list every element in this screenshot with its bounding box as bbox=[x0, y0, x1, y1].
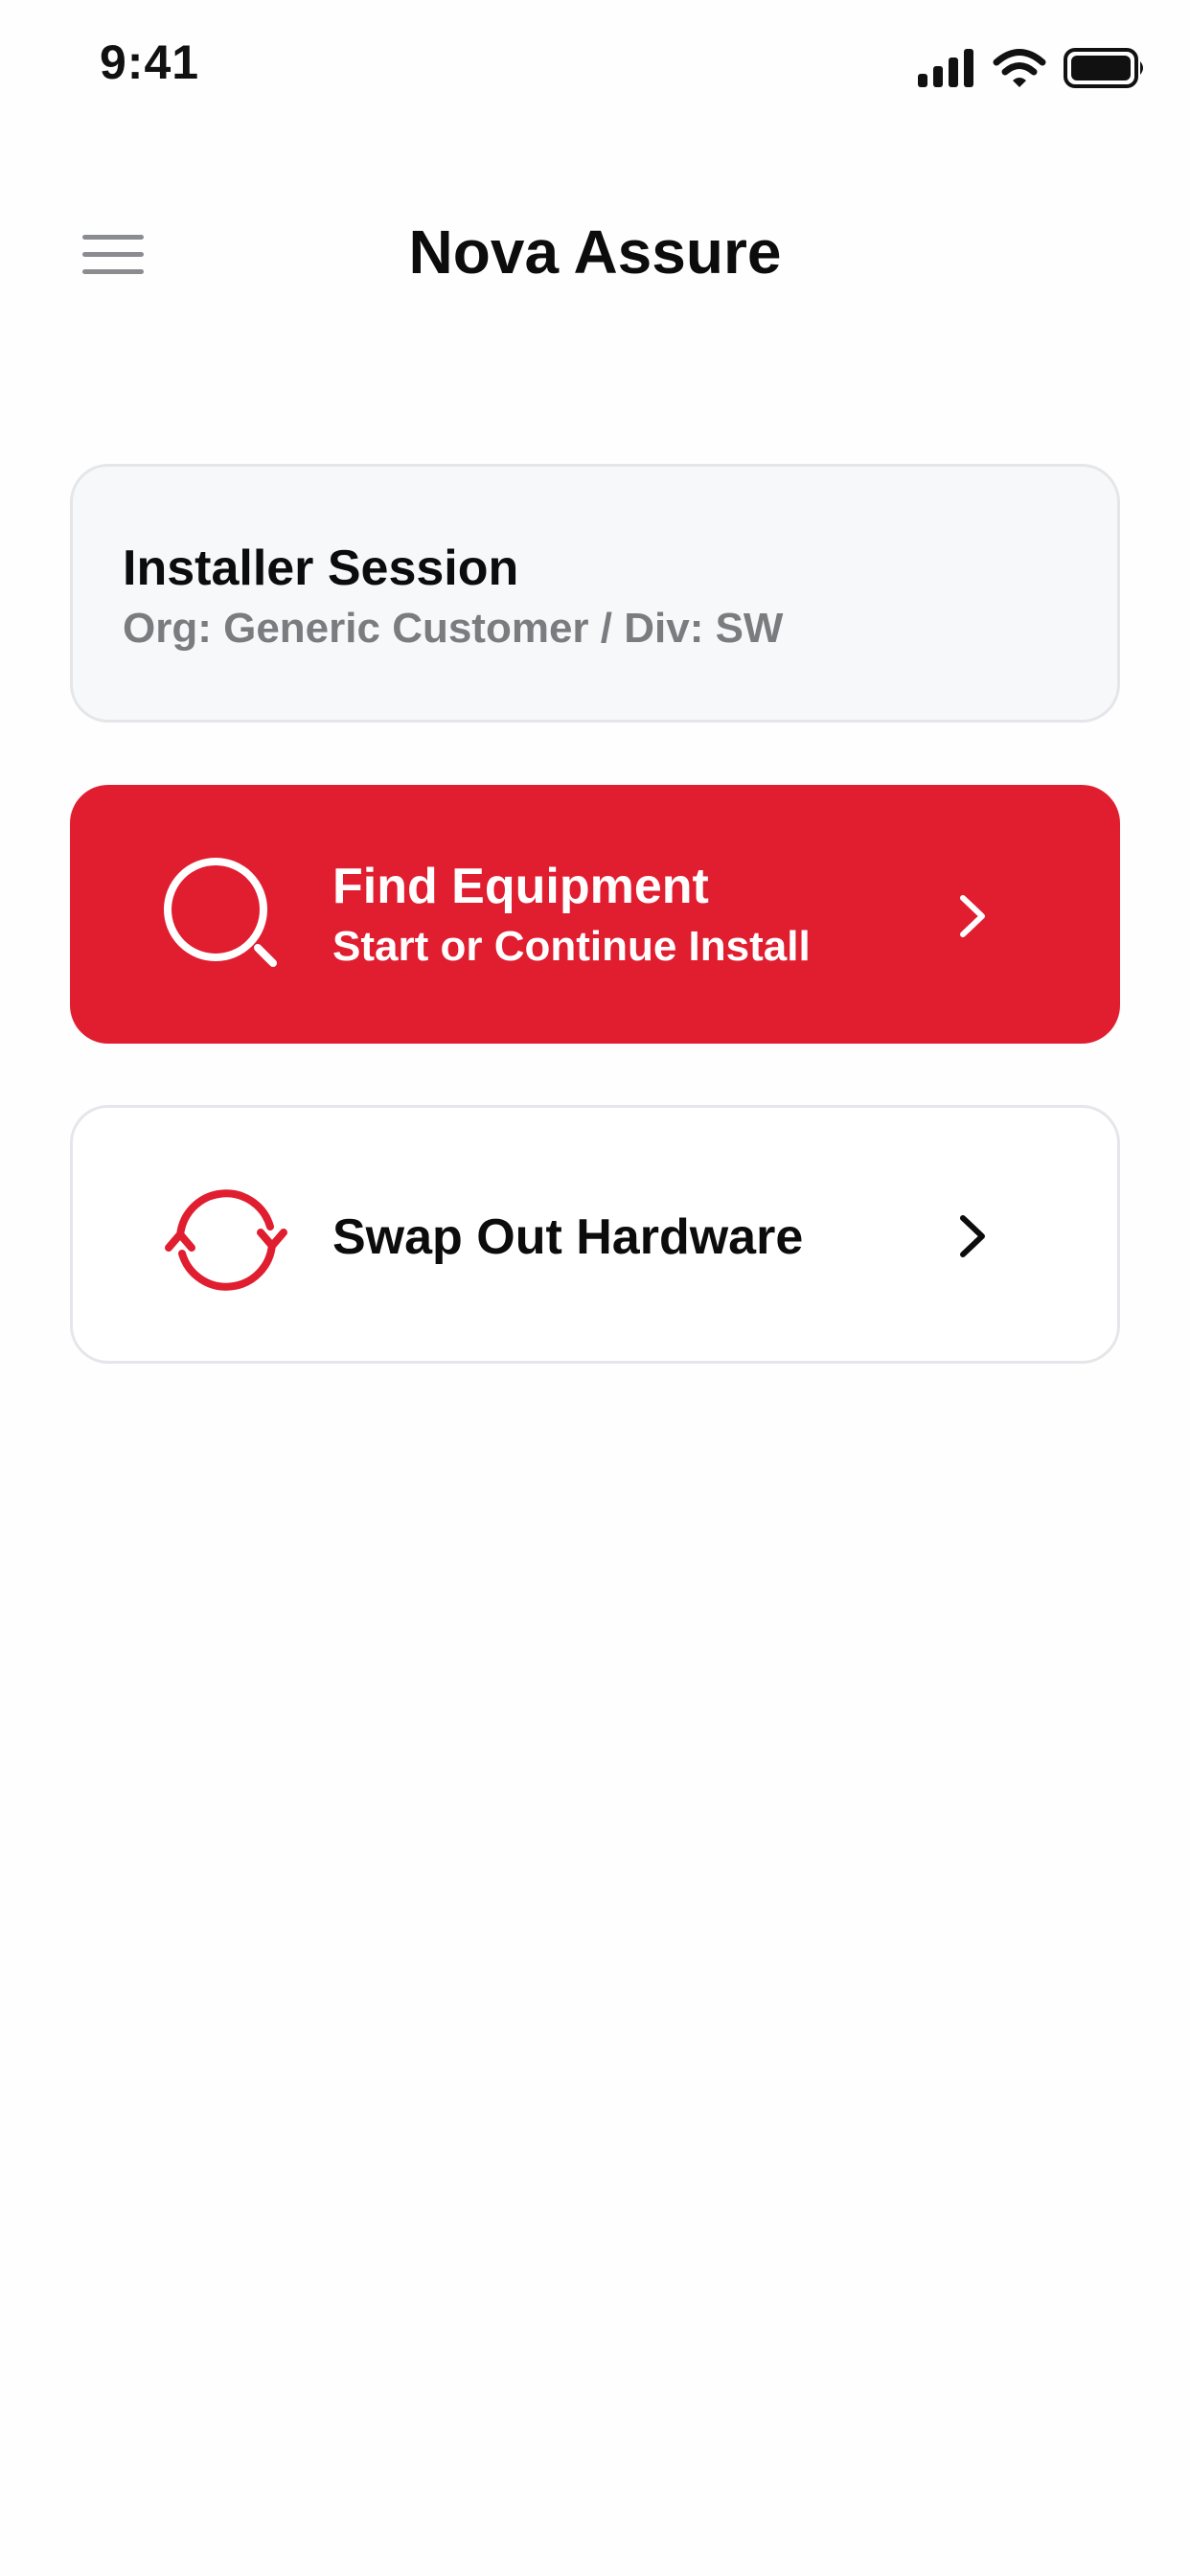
page-title: Nova Assure bbox=[408, 218, 782, 287]
find-equipment-subtitle: Start or Continue Install bbox=[332, 923, 811, 970]
status-bar: 9:41 bbox=[0, 0, 1190, 134]
status-icons bbox=[918, 48, 1146, 88]
swap-out-hardware-button[interactable]: Swap Out Hardware bbox=[70, 1105, 1120, 1364]
chevron-right-icon bbox=[960, 895, 985, 937]
app-header: Nova Assure bbox=[0, 192, 1190, 316]
chevron-right-icon bbox=[960, 1215, 985, 1257]
wifi-icon bbox=[993, 49, 1046, 87]
swap-refresh-icon bbox=[165, 1189, 287, 1291]
search-icon bbox=[164, 858, 277, 967]
session-title: Installer Session bbox=[123, 540, 519, 596]
swap-out-hardware-title: Swap Out Hardware bbox=[332, 1209, 804, 1265]
find-equipment-button[interactable]: Find Equipment Start or Continue Install bbox=[70, 785, 1120, 1044]
cellular-signal-icon bbox=[918, 49, 973, 87]
battery-icon bbox=[1064, 48, 1143, 88]
find-equipment-title: Find Equipment bbox=[332, 859, 709, 914]
session-org-division: Org: Generic Customer / Div: SW bbox=[123, 605, 784, 652]
installer-session-card: Installer Session Org: Generic Customer … bbox=[70, 464, 1120, 723]
status-time: 9:41 bbox=[100, 35, 200, 89]
